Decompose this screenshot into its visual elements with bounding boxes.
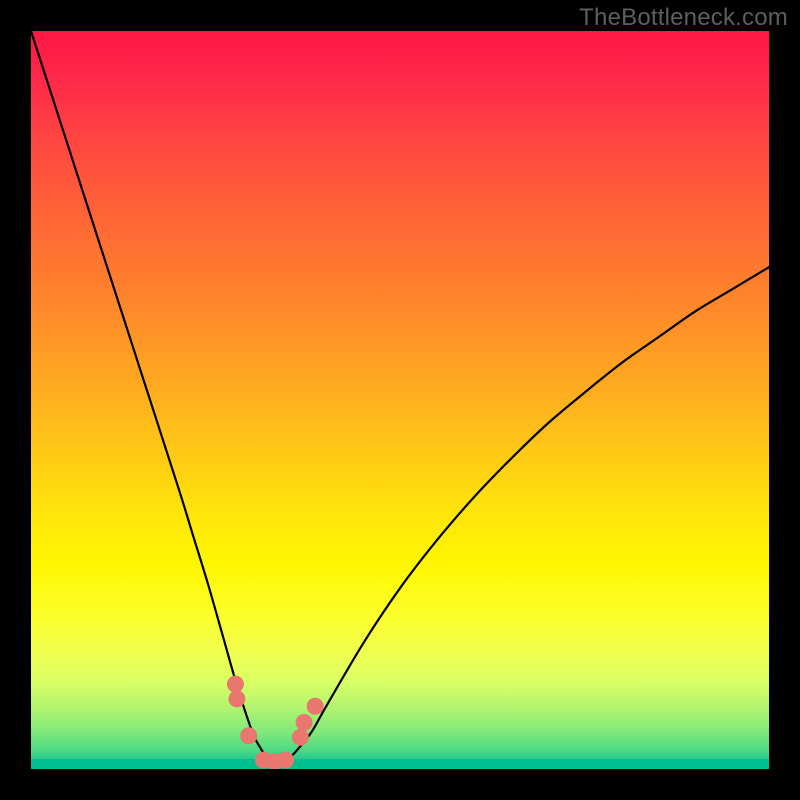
curve-layer — [31, 31, 769, 769]
curve-marker — [292, 729, 309, 746]
curve-marker — [277, 752, 294, 769]
curve-marker — [240, 727, 257, 744]
bottleneck-curve — [31, 31, 769, 762]
plot-area — [31, 31, 769, 769]
curve-marker — [228, 690, 245, 707]
marker-group — [227, 676, 324, 769]
curve-marker — [296, 714, 313, 731]
curve-marker — [307, 698, 324, 715]
watermark-text: TheBottleneck.com — [579, 4, 788, 32]
curve-marker — [227, 676, 244, 693]
chart-frame: TheBottleneck.com — [0, 0, 800, 800]
